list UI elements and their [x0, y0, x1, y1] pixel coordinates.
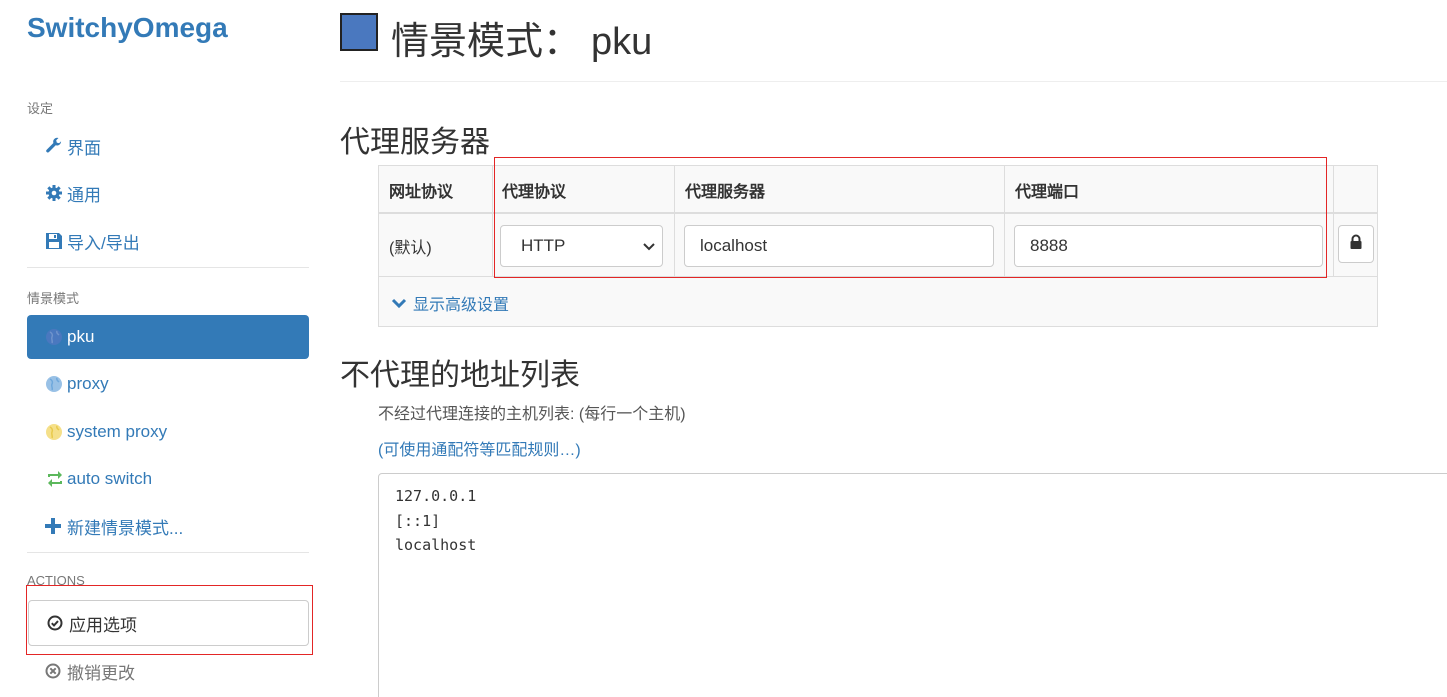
discard-changes-button[interactable]: 撤销更改 — [27, 650, 135, 692]
proxy-servers-heading: 代理服务器 — [340, 126, 490, 159]
sidebar-item-label: auto switch — [67, 469, 153, 488]
globe-icon — [45, 423, 67, 441]
apply-options-button[interactable]: 应用选项 — [28, 600, 309, 646]
bypass-help-text: 不经过代理连接的主机列表: (每行一个主机) — [378, 406, 686, 423]
sidebar-item-label: 导入/导出 — [67, 233, 140, 253]
profiles-header: 情景模式 — [27, 291, 80, 306]
page-title-prefix: 情景模式： — [391, 21, 582, 63]
sidebar-item-label: pku — [67, 327, 95, 346]
sidebar-item-label: 新建情景模式... — [67, 518, 184, 538]
globe-icon — [45, 375, 67, 393]
wildcard-rules-link[interactable]: (可使用通配符等匹配规则…) — [378, 436, 581, 460]
show-advanced-link[interactable]: 显示高级设置 — [391, 291, 509, 315]
sidebar-item-label: proxy — [67, 374, 109, 393]
sidebar-item-auto-switch[interactable]: auto switch — [27, 457, 309, 501]
floppy-icon — [45, 232, 67, 250]
profile-name: pku — [591, 21, 653, 63]
divider — [1333, 166, 1334, 277]
sidebar-item-new-profile[interactable]: 新建情景模式... — [27, 504, 309, 548]
divider — [27, 552, 309, 553]
plus-icon — [45, 518, 67, 534]
sidebar-item-interface[interactable]: 界面 — [27, 124, 309, 168]
sidebar-item-label: system proxy — [67, 422, 168, 441]
chevron-down-icon — [391, 297, 413, 309]
highlight-box — [494, 157, 1327, 278]
app-brand[interactable]: SwitchyOmega — [27, 12, 228, 44]
sidebar: SwitchyOmega 设定 界面 通用 导入/导出 情景模式 pku pro… — [0, 0, 320, 697]
sidebar-item-label: 通用 — [67, 185, 101, 205]
lock-icon — [1349, 234, 1363, 255]
auth-lock-button[interactable] — [1338, 225, 1374, 263]
show-advanced-label: 显示高级设置 — [413, 297, 510, 314]
gear-icon — [45, 184, 67, 202]
discard-label: 撤销更改 — [67, 663, 135, 683]
sidebar-item-label: 界面 — [67, 138, 101, 158]
url-scheme-cell: (默认) — [389, 240, 432, 257]
sidebar-item-proxy[interactable]: proxy — [27, 362, 309, 406]
divider — [340, 81, 1447, 82]
apply-label: 应用选项 — [69, 615, 137, 635]
page-title: 情景模式： pku — [391, 10, 652, 65]
divider — [27, 267, 309, 268]
globe-icon — [45, 328, 67, 346]
divider — [492, 166, 493, 277]
bypass-list-heading: 不代理的地址列表 — [340, 359, 580, 392]
column-header: 网址协议 — [389, 183, 454, 201]
check-circle-icon — [47, 615, 69, 631]
sidebar-item-import-export[interactable]: 导入/导出 — [27, 219, 309, 263]
close-circle-icon — [45, 663, 67, 679]
retweet-icon — [45, 471, 67, 487]
sidebar-item-system-proxy[interactable]: system proxy — [27, 410, 309, 454]
settings-header: 设定 — [27, 101, 54, 116]
sidebar-item-general[interactable]: 通用 — [27, 171, 309, 215]
bypass-list-textarea[interactable]: 127.0.0.1 [::1] localhost — [378, 473, 1447, 697]
profile-color-swatch[interactable] — [340, 13, 378, 51]
wrench-icon — [45, 137, 67, 155]
sidebar-item-pku[interactable]: pku — [27, 315, 309, 359]
